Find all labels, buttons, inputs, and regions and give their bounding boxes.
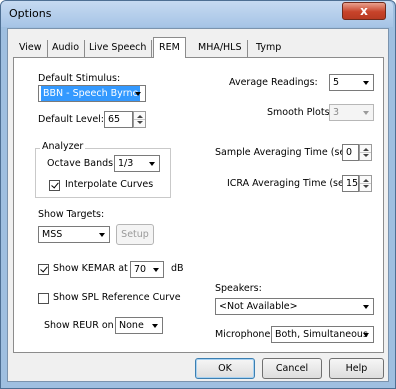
kemar-unit-label: dB — [171, 263, 184, 274]
sample-averaging-time-input[interactable]: 0 — [342, 144, 359, 161]
speakers-label: Speakers: — [215, 283, 262, 294]
close-icon: x — [360, 4, 368, 18]
tab-tymp[interactable]: Tymp — [251, 40, 286, 57]
chevron-down-icon[interactable] — [131, 87, 144, 100]
spin-down-icon[interactable] — [363, 185, 369, 188]
average-readings-value: 5 — [333, 77, 340, 88]
interpolate-curves-label: Interpolate Curves — [65, 179, 154, 190]
smooth-plots-value: 3 — [333, 107, 340, 118]
chevron-down-icon[interactable] — [145, 157, 158, 170]
icra-averaging-time-input[interactable]: 15 — [342, 175, 359, 192]
spin-down-icon[interactable] — [137, 121, 143, 124]
smooth-plots-label: Smooth Plots: — [267, 107, 333, 118]
chevron-down-icon[interactable] — [359, 300, 372, 313]
average-readings-label: Average Readings: — [229, 77, 318, 88]
microphone-value: Both, Simultaneous — [275, 329, 368, 340]
default-level-spinner[interactable] — [133, 111, 146, 128]
speakers-select[interactable]: <Not Available> — [215, 298, 374, 315]
show-reur-label: Show REUR on — [44, 320, 114, 331]
close-button[interactable]: x — [342, 2, 386, 20]
show-kemar-checkbox[interactable] — [38, 264, 49, 275]
icra-averaging-time-label: ICRA Averaging Time (sec): — [227, 178, 356, 189]
average-readings-select[interactable]: 5 — [329, 74, 374, 91]
targets-setup-button[interactable]: Setup — [116, 224, 154, 245]
tab-live-speech[interactable]: Live Speech — [84, 40, 153, 57]
sample-averaging-time-spinner[interactable] — [359, 144, 372, 161]
show-spl-reference-label: Show SPL Reference Curve — [53, 292, 181, 303]
spin-up-icon[interactable] — [137, 115, 143, 118]
octave-bands-value: 1/3 — [118, 158, 134, 169]
octave-bands-label: Octave Bands: — [47, 158, 117, 169]
show-targets-value: MSS — [42, 229, 63, 240]
interpolate-curves-checkbox[interactable] — [49, 180, 60, 191]
chevron-down-icon[interactable] — [95, 228, 108, 241]
icra-averaging-time-spinner[interactable] — [359, 175, 372, 192]
show-reur-value: None — [119, 320, 144, 331]
title-bar[interactable] — [1, 1, 393, 27]
chevron-down-icon[interactable] — [359, 106, 372, 119]
analyzer-group-title: Analyzer — [40, 141, 86, 152]
default-stimulus-select[interactable]: BBN - Speech Byrne — [38, 85, 146, 102]
help-button[interactable]: Help — [329, 358, 384, 379]
default-stimulus-value: BBN - Speech Byrne — [41, 86, 141, 101]
tab-rem[interactable]: REM — [153, 37, 186, 58]
default-level-label: Default Level: — [38, 114, 105, 125]
spin-up-icon[interactable] — [363, 179, 369, 182]
sample-averaging-time-label: Sample Averaging Time (sec): — [215, 147, 358, 158]
ok-button[interactable]: OK — [195, 358, 255, 379]
speakers-value: <Not Available> — [219, 301, 298, 312]
default-stimulus-label: Default Stimulus: — [38, 73, 121, 84]
chevron-down-icon[interactable] — [149, 263, 162, 276]
chevron-down-icon[interactable] — [148, 319, 161, 332]
chevron-down-icon[interactable] — [359, 76, 372, 89]
tab-view[interactable]: View — [14, 40, 48, 57]
show-targets-label: Show Targets: — [38, 209, 105, 220]
kemar-level-select[interactable]: 70 — [130, 261, 164, 278]
smooth-plots-select[interactable]: 3 — [329, 104, 374, 121]
octave-bands-select[interactable]: 1/3 — [114, 155, 160, 172]
chevron-down-icon[interactable] — [359, 328, 372, 341]
tab-mha-hls[interactable]: MHA/HLS — [193, 40, 248, 57]
default-level-input[interactable]: 65 — [104, 111, 133, 128]
spin-up-icon[interactable] — [363, 148, 369, 151]
show-spl-reference-checkbox[interactable] — [38, 293, 49, 304]
spin-down-icon[interactable] — [363, 154, 369, 157]
microphone-label: Microphone: — [215, 329, 274, 340]
tab-audio[interactable]: Audio — [47, 40, 86, 57]
show-kemar-label: Show KEMAR at — [53, 263, 128, 274]
window-title: Options — [9, 7, 52, 20]
show-targets-select[interactable]: MSS — [38, 226, 110, 243]
microphone-select[interactable]: Both, Simultaneous — [271, 326, 374, 343]
show-reur-select[interactable]: None — [115, 317, 163, 334]
kemar-level-value: 70 — [134, 264, 147, 275]
cancel-button[interactable]: Cancel — [262, 358, 322, 379]
